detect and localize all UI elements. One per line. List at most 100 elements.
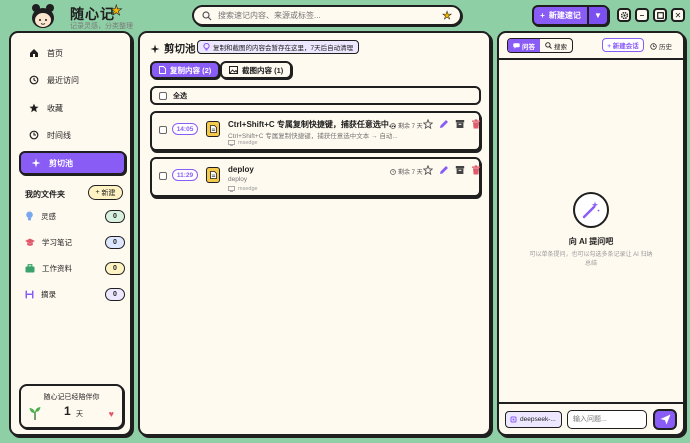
delete-trash-icon[interactable] bbox=[471, 119, 481, 129]
chip-icon bbox=[510, 416, 517, 423]
edit-pencil-icon[interactable] bbox=[439, 165, 449, 175]
sidebar-item-recent[interactable]: 最近访问 bbox=[19, 68, 126, 92]
chat-icon bbox=[513, 42, 520, 49]
send-button[interactable] bbox=[653, 409, 677, 430]
archive-icon[interactable] bbox=[455, 165, 465, 175]
archive-icon[interactable] bbox=[455, 119, 465, 129]
companion-card: 随心记已经陪伴你 1 天 ♥ bbox=[19, 384, 124, 429]
clip-item[interactable]: 11:29 deploy deploy msedge 剩余 7 天 bbox=[150, 157, 481, 197]
clip-title: Ctrl+Shift+C 专属复制快捷键，捕获任意选中... bbox=[228, 120, 396, 129]
retention-notice: 复制和截图的内容会暂存在这里，7天后自动清理 bbox=[197, 40, 360, 54]
search-input[interactable] bbox=[218, 11, 443, 20]
divider bbox=[499, 402, 683, 404]
tab-search-label: 搜索 bbox=[554, 43, 567, 51]
clip-time-badge: 11:29 bbox=[172, 169, 198, 181]
sidebar-item-label: 剪切池 bbox=[49, 158, 73, 168]
home-icon bbox=[30, 49, 38, 57]
new-note-label: 新建速记 bbox=[548, 11, 581, 20]
clip-remaining-text: 剩余 7 天 bbox=[398, 170, 423, 176]
favorite-star-icon[interactable] bbox=[423, 165, 433, 175]
new-chat-button[interactable]: + 新建会话 bbox=[602, 38, 644, 52]
clipboard-title: 剪切池 bbox=[150, 41, 196, 56]
search-icon bbox=[545, 42, 552, 49]
favorite-star-icon[interactable] bbox=[423, 119, 433, 129]
clip-item[interactable]: 14:05 Ctrl+Shift+C 专属复制快捷键，捕获任意选中... Ctr… bbox=[150, 111, 481, 151]
clip-source: msedge bbox=[228, 186, 258, 192]
clock-history-icon bbox=[29, 75, 39, 85]
favorites-star-icon[interactable]: ★ bbox=[442, 9, 452, 23]
sidebar-item-label: 时间线 bbox=[47, 130, 71, 140]
sidebar-item-timeline[interactable]: 时间线 bbox=[19, 123, 126, 147]
clock-icon bbox=[390, 122, 396, 129]
select-all-checkbox[interactable] bbox=[159, 91, 167, 100]
star-icon bbox=[29, 103, 39, 113]
clip-item-checkbox[interactable] bbox=[159, 172, 167, 180]
briefcase-icon bbox=[25, 263, 35, 272]
folder-item-excerpts[interactable]: 摘录 0 bbox=[25, 287, 125, 301]
new-note-dropdown-chevron-icon[interactable]: ▼ bbox=[587, 7, 607, 24]
clip-item-checkbox[interactable] bbox=[159, 126, 167, 134]
plus-icon: + bbox=[540, 11, 545, 20]
sidebar-item-label: 收藏 bbox=[47, 103, 63, 113]
bulb-icon bbox=[203, 43, 210, 51]
sidebar-item-favorites[interactable]: 收藏 bbox=[19, 96, 126, 120]
monitor-icon bbox=[228, 140, 235, 146]
bulb-icon bbox=[26, 211, 33, 221]
select-all-row[interactable]: 全选 bbox=[150, 86, 481, 105]
tab-search[interactable]: 搜索 bbox=[540, 39, 572, 52]
clip-preview: Ctrl+Shift+C 专属复制快捷键，捕获任意选中文本 → 自动... bbox=[228, 133, 398, 140]
settings-gear-icon[interactable] bbox=[617, 8, 631, 22]
select-all-label: 全选 bbox=[173, 92, 187, 100]
sprout-icon bbox=[29, 407, 41, 420]
sparkle-icon bbox=[31, 158, 41, 168]
new-folder-label: 新建 bbox=[101, 189, 116, 197]
cap-icon bbox=[25, 238, 35, 246]
new-folder-button[interactable]: + 新建 bbox=[88, 185, 123, 200]
companion-days: 1 bbox=[64, 404, 71, 418]
app-star-icon: ★ bbox=[110, 2, 123, 19]
model-selector-label: deepseek-... bbox=[520, 416, 556, 423]
close-icon[interactable]: ✕ bbox=[671, 8, 685, 22]
search-icon bbox=[202, 10, 212, 20]
document-icon bbox=[206, 121, 220, 137]
image-icon bbox=[229, 66, 238, 74]
tab-copied-content[interactable]: 复制内容 (2) bbox=[150, 61, 221, 79]
tab-ask-label: 问答 bbox=[522, 43, 535, 51]
new-note-main[interactable]: + 新建速记 bbox=[534, 7, 587, 24]
edit-pencil-icon[interactable] bbox=[439, 119, 449, 129]
maximize-icon[interactable] bbox=[653, 8, 667, 22]
clip-source: msedge bbox=[228, 140, 258, 146]
delete-trash-icon[interactable] bbox=[471, 165, 481, 175]
folder-count-badge: 0 bbox=[105, 287, 125, 301]
history-label: 历史 bbox=[659, 44, 672, 51]
folder-item-work-docs[interactable]: 工作资料 0 bbox=[25, 261, 125, 275]
document-icon bbox=[159, 66, 166, 74]
sidebar-item-clipboard[interactable]: 剪切池 bbox=[19, 151, 126, 175]
document-icon bbox=[206, 167, 220, 183]
sidebar: 首页 最近访问 收藏 时间线 剪切池 我的文件夹 + 新建 灵感 0 学习笔记 … bbox=[9, 31, 132, 436]
companion-days-unit: 天 bbox=[76, 411, 83, 418]
new-note-button[interactable]: + 新建速记 ▼ bbox=[532, 5, 609, 26]
history-button[interactable]: 历史 bbox=[650, 41, 672, 51]
minimize-icon[interactable]: – bbox=[635, 8, 649, 22]
folders-heading: 我的文件夹 bbox=[25, 190, 65, 199]
folder-label: 摘录 bbox=[41, 289, 56, 299]
clock-icon bbox=[390, 168, 396, 175]
folder-item-inspiration[interactable]: 灵感 0 bbox=[25, 209, 125, 223]
folder-label: 学习笔记 bbox=[42, 237, 72, 247]
tab-label: 截图内容 (1) bbox=[242, 65, 284, 75]
folder-count-badge: 0 bbox=[105, 261, 125, 275]
tab-ask[interactable]: 问答 bbox=[508, 39, 540, 52]
retention-notice-text: 复制和截图的内容会暂存在这里，7天后自动清理 bbox=[213, 45, 354, 52]
disk-icon bbox=[25, 290, 34, 298]
clip-remaining: 剩余 7 天 bbox=[390, 121, 423, 130]
model-selector[interactable]: deepseek-... bbox=[505, 411, 562, 428]
send-icon bbox=[660, 414, 670, 425]
heart-icon: ♥ bbox=[108, 409, 114, 419]
search-bar[interactable]: ★ bbox=[192, 5, 462, 26]
chat-input[interactable] bbox=[567, 410, 647, 429]
folder-item-study-notes[interactable]: 学习笔记 0 bbox=[25, 235, 125, 249]
tab-screenshot-content[interactable]: 截图内容 (1) bbox=[220, 61, 293, 79]
divider bbox=[499, 58, 683, 60]
sidebar-item-home[interactable]: 首页 bbox=[19, 41, 126, 65]
